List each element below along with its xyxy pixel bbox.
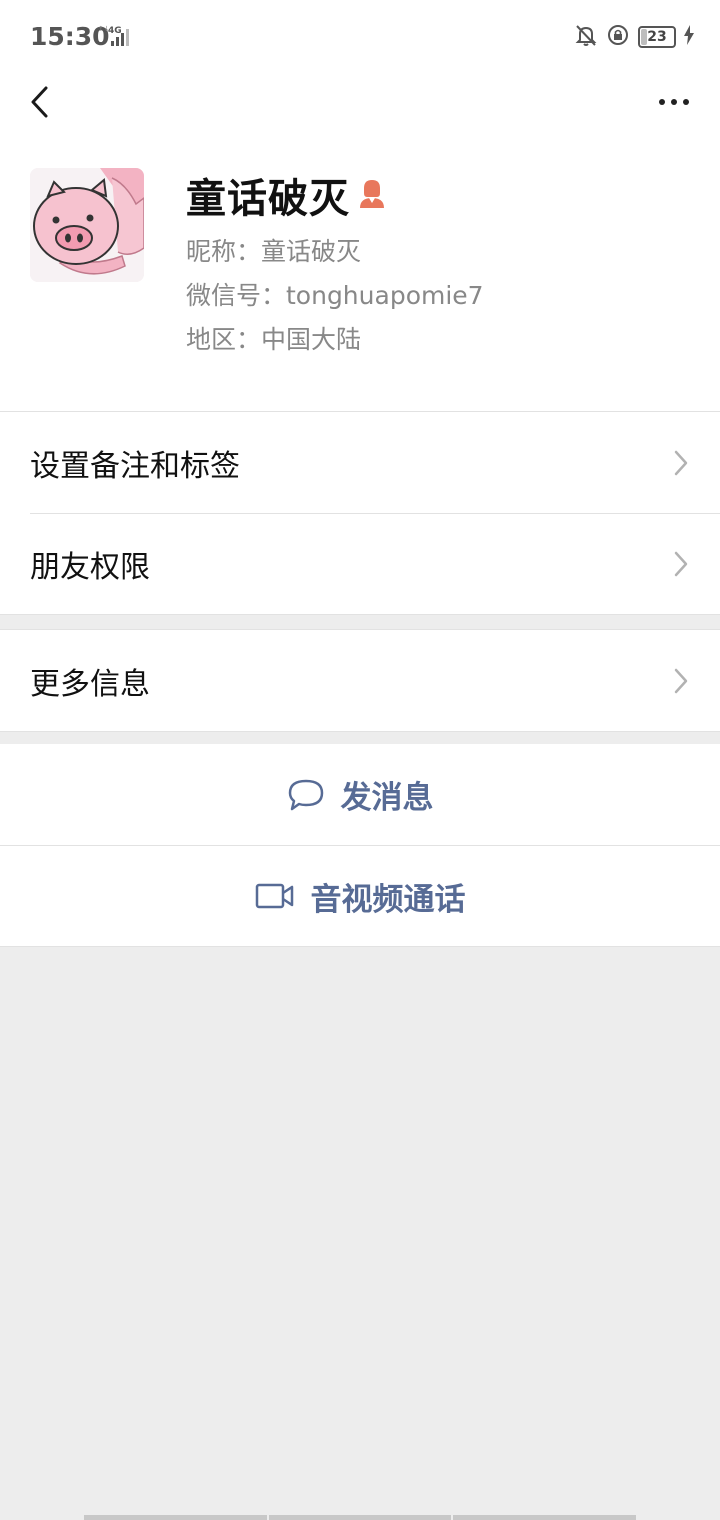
signal-icon: ↑↓ 4G xyxy=(98,24,138,48)
nav-segment xyxy=(268,1515,452,1520)
action-group: 发消息 音视频通话 xyxy=(0,744,720,947)
remark-and-tags-item[interactable]: 设置备注和标签 xyxy=(0,412,720,513)
display-name: 童话破灭 xyxy=(186,176,350,222)
profile-header: 童话破灭 昵称：童话破灭 微信号：tonghuapomie7 地区：中国大陆 xyxy=(0,132,720,411)
nav-segment xyxy=(453,1515,637,1520)
display-name-row: 童话破灭 xyxy=(186,170,386,222)
menu-item-label: 更多信息 xyxy=(30,666,150,702)
chevron-right-icon xyxy=(674,668,688,693)
female-user-icon xyxy=(358,178,386,212)
video-call-button[interactable]: 音视频通话 xyxy=(0,845,720,946)
video-camera-icon xyxy=(255,883,293,909)
status-bar: 15:30 ↑↓ 4G 23 xyxy=(0,0,720,72)
nav-bar xyxy=(0,72,720,132)
menu-item-label: 设置备注和标签 xyxy=(30,448,240,484)
chevron-right-icon xyxy=(674,450,688,475)
send-message-label: 发消息 xyxy=(340,780,434,816)
more-dot xyxy=(671,99,677,105)
nickname-text: 昵称：童话破灭 xyxy=(186,237,362,266)
network-type: 4G xyxy=(108,26,122,36)
more-button[interactable] xyxy=(654,82,694,122)
wechat-id-text: 微信号：tonghuapomie7 xyxy=(186,281,484,310)
chevron-right-icon xyxy=(674,551,688,576)
friend-permissions-item[interactable]: 朋友权限 xyxy=(0,513,720,614)
battery-level: 23 xyxy=(647,29,667,45)
more-info-group: 更多信息 xyxy=(0,629,720,732)
back-button[interactable] xyxy=(20,78,60,126)
rotation-lock-icon xyxy=(606,23,630,51)
battery-icon: 23 xyxy=(638,26,676,48)
chevron-left-icon xyxy=(31,86,48,118)
region-text: 地区：中国大陆 xyxy=(186,325,362,354)
home-indicator[interactable] xyxy=(84,1515,637,1520)
settings-menu-group: 设置备注和标签 朋友权限 xyxy=(0,411,720,615)
video-call-label: 音视频通话 xyxy=(310,881,466,918)
bell-off-icon xyxy=(574,23,598,51)
more-dot xyxy=(683,99,689,105)
more-info-item[interactable]: 更多信息 xyxy=(0,630,720,731)
chat-bubble-icon xyxy=(288,779,323,810)
avatar[interactable] xyxy=(30,168,144,282)
nav-segment xyxy=(84,1515,267,1520)
send-message-button[interactable]: 发消息 xyxy=(0,744,720,845)
charging-icon xyxy=(684,25,694,49)
more-dots-icon xyxy=(659,99,665,105)
menu-item-label: 朋友权限 xyxy=(30,549,150,585)
